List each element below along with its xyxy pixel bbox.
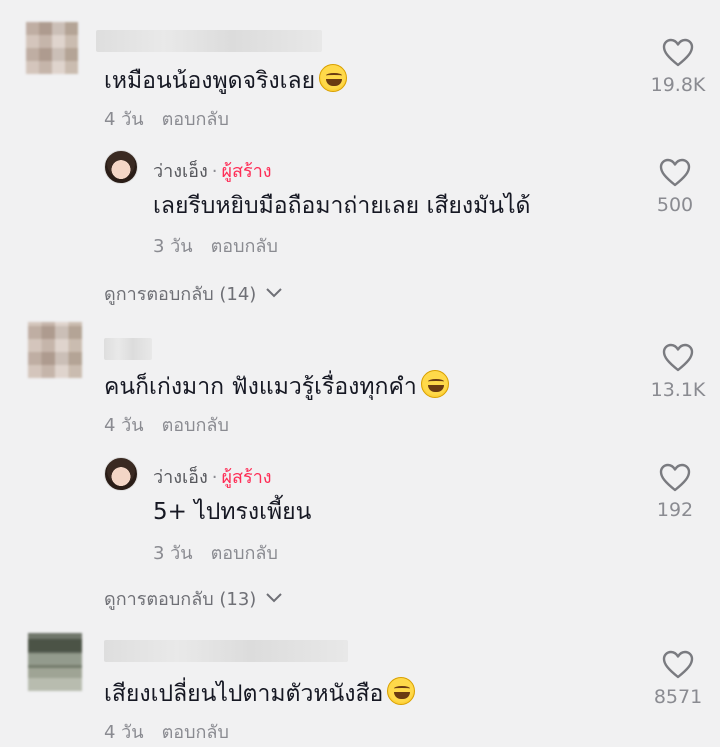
view-replies-button[interactable]: ดูการตอบกลับ (14) bbox=[104, 279, 282, 308]
reply-button[interactable]: ตอบกลับ bbox=[211, 543, 278, 564]
like-count: 192 bbox=[656, 499, 694, 521]
reply-text: เลยรีบหยิบมือถือมาถ่ายเลย เสียงมันได้ bbox=[153, 193, 531, 219]
creator-avatar[interactable] bbox=[104, 150, 138, 184]
reply-meta: 3 วัน ตอบกลับ bbox=[153, 231, 278, 260]
comment-meta: 4 วัน ตอบกลับ bbox=[104, 104, 229, 133]
creator-name[interactable]: ว่างเอ็ง bbox=[153, 161, 208, 182]
like-button[interactable]: 19.8K bbox=[633, 38, 720, 96]
reply-button[interactable]: ตอบกลับ bbox=[162, 415, 229, 436]
comment-meta: 4 วัน ตอบกลับ bbox=[104, 410, 229, 439]
commenter-avatar[interactable] bbox=[28, 633, 82, 691]
creator-name-row: ว่างเอ็ง · ผู้สร้าง bbox=[153, 462, 272, 491]
like-count: 8571 bbox=[653, 686, 703, 708]
separator-dot: · bbox=[211, 161, 218, 182]
comment-text: คนก็เก่งมาก ฟังแมวรู้เรื่องทุกคำ bbox=[104, 370, 449, 402]
creator-badge: ผู้สร้าง bbox=[221, 161, 272, 182]
comment-text: เสียงเปลี่ยนไปตามตัวหนังสือ bbox=[104, 677, 416, 709]
sweat-smile-emoji bbox=[319, 64, 348, 92]
reply-button[interactable]: ตอบกลับ bbox=[162, 722, 229, 743]
commenter-avatar[interactable] bbox=[26, 22, 78, 74]
view-replies-button[interactable]: ดูการตอบกลับ (13) bbox=[104, 584, 282, 613]
heart-icon bbox=[659, 158, 691, 187]
creator-name[interactable]: ว่างเอ็ง bbox=[153, 467, 208, 488]
view-replies-label: ดูการตอบกลับ (13) bbox=[104, 589, 257, 610]
commenter-name-redacted[interactable] bbox=[96, 30, 322, 52]
laughing-tears-emoji bbox=[420, 370, 449, 398]
separator-dot: · bbox=[211, 467, 218, 488]
like-count: 500 bbox=[656, 194, 694, 216]
reply-time: 3 วัน bbox=[153, 236, 193, 257]
comment-time: 4 วัน bbox=[104, 722, 144, 743]
reply-meta: 3 วัน ตอบกลับ bbox=[153, 538, 278, 567]
reply-text: 5+ ไปทรงเพี้ยน bbox=[153, 499, 312, 525]
view-replies-label: ดูการตอบกลับ (14) bbox=[104, 284, 257, 305]
commenter-avatar[interactable] bbox=[28, 322, 82, 378]
creator-name-row: ว่างเอ็ง · ผู้สร้าง bbox=[153, 156, 272, 185]
commenter-name-redacted[interactable] bbox=[104, 640, 348, 662]
chevron-down-icon bbox=[266, 288, 282, 298]
heart-icon bbox=[662, 343, 694, 372]
like-count: 13.1K bbox=[650, 379, 706, 401]
chevron-down-icon bbox=[266, 593, 282, 603]
creator-avatar[interactable] bbox=[104, 457, 138, 491]
heart-icon bbox=[662, 650, 694, 679]
laughing-tears-emoji bbox=[387, 677, 416, 705]
like-button[interactable]: 500 bbox=[630, 158, 720, 216]
reply-button[interactable]: ตอบกลับ bbox=[211, 236, 278, 257]
heart-icon bbox=[659, 463, 691, 492]
like-button[interactable]: 192 bbox=[630, 463, 720, 521]
comment-time: 4 วัน bbox=[104, 109, 144, 130]
creator-badge: ผู้สร้าง bbox=[221, 467, 272, 488]
comment-time: 4 วัน bbox=[104, 415, 144, 436]
comment-text: เหมือนน้องพูดจริงเลย bbox=[104, 64, 348, 96]
commenter-name-redacted[interactable] bbox=[104, 338, 152, 360]
like-count: 19.8K bbox=[650, 74, 706, 96]
comment-meta: 4 วัน ตอบกลับ bbox=[104, 717, 229, 746]
reply-time: 3 วัน bbox=[153, 543, 193, 564]
like-button[interactable]: 13.1K bbox=[633, 343, 720, 401]
like-button[interactable]: 8571 bbox=[633, 650, 720, 708]
heart-icon bbox=[662, 38, 694, 67]
reply-button[interactable]: ตอบกลับ bbox=[162, 109, 229, 130]
